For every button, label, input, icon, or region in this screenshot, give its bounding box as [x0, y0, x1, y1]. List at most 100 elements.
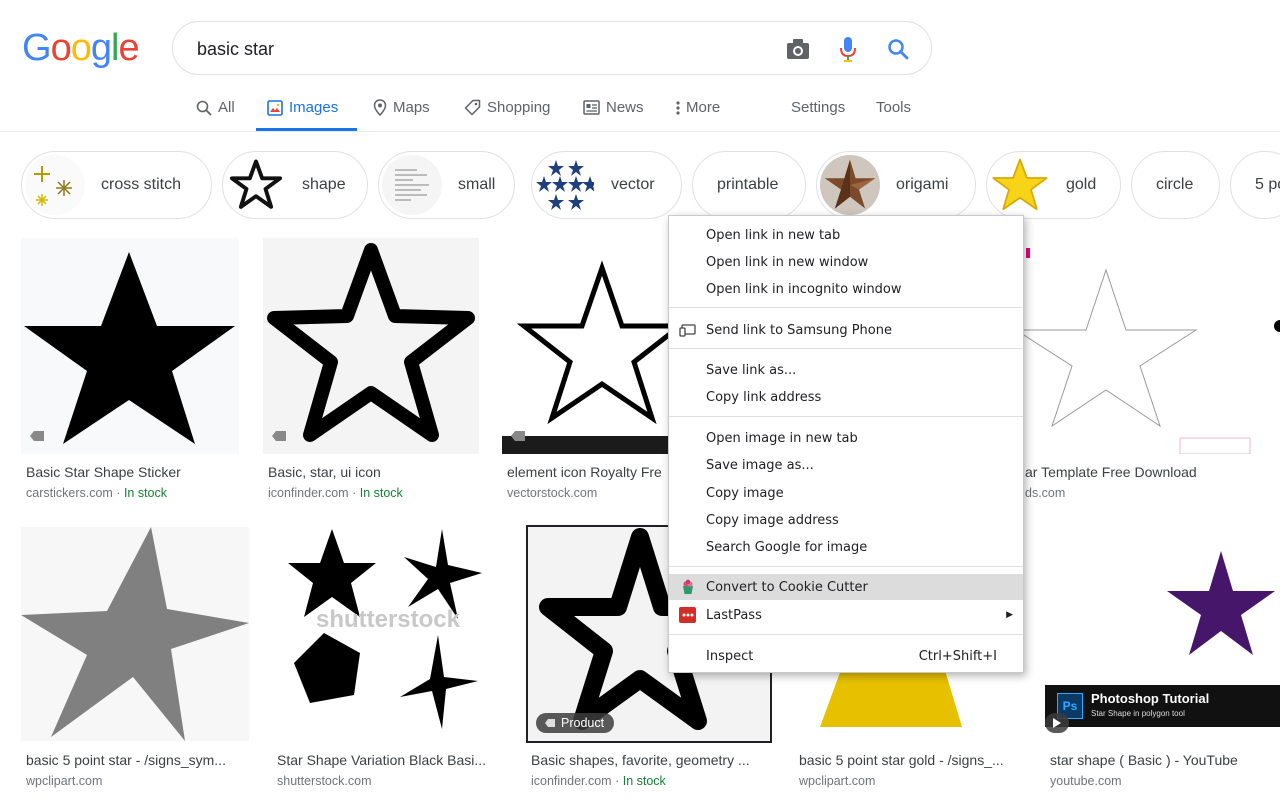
tab-label: News [606, 99, 644, 116]
result-title[interactable]: ar Template Free Download [1025, 464, 1251, 480]
tab-tools[interactable]: Tools [876, 84, 911, 131]
tab-settings[interactable]: Settings [791, 84, 845, 131]
result-title[interactable]: basic 5 point star gold - /signs_... [799, 752, 1021, 768]
result-card-partial[interactable] [1270, 238, 1280, 454]
result-card[interactable]: shutterstock Star Shape Variation Black … [272, 527, 506, 797]
context-menu: Open link in new tab Open link in new wi… [668, 215, 1024, 673]
result-title[interactable]: basic 5 point star - /signs_sym... [26, 752, 244, 768]
device-icon [679, 324, 696, 337]
chip-thumbnail [535, 155, 595, 215]
chip-shape[interactable]: shape [222, 151, 368, 219]
chip-printable[interactable]: printable [692, 151, 806, 219]
result-title[interactable]: Star Shape Variation Black Basi... [277, 752, 499, 768]
chip-cross-stitch[interactable]: cross stitch [21, 151, 212, 219]
chip-label: 5 po [1255, 176, 1280, 193]
menu-item-label: Inspect [706, 648, 754, 664]
menu-separator [669, 307, 1023, 308]
menu-item-label: Open image in new tab [706, 430, 858, 446]
menu-item-open-link-new-tab[interactable]: Open link in new tab [669, 222, 1023, 248]
result-card[interactable]: basic 5 point star - /signs_sym... wpcli… [21, 527, 251, 797]
result-image[interactable] [263, 238, 479, 454]
video-title: Photoshop Tutorial [1091, 691, 1210, 706]
search-tabs: All Images Maps Shopping News More Setti… [0, 84, 1280, 132]
menu-separator [669, 634, 1023, 635]
result-image[interactable] [21, 527, 249, 741]
result-source: carstickers.com · In stock [26, 486, 168, 500]
chip-thumbnail [382, 155, 442, 215]
chip-vector[interactable]: vector [531, 151, 682, 219]
result-image[interactable] [1020, 238, 1252, 454]
menu-item-copy-image[interactable]: Copy image [669, 480, 1023, 506]
chip-label: gold [1066, 176, 1097, 193]
chip-gold[interactable]: gold [986, 151, 1121, 219]
result-card[interactable]: Ps Photoshop Tutorial Star Shape in poly… [1045, 527, 1280, 797]
result-card[interactable]: Basic Star Shape Sticker carstickers.com… [21, 238, 241, 508]
source-domain: vectorstock.com [507, 486, 598, 500]
menu-item-copy-link-address[interactable]: Copy link address [669, 384, 1023, 410]
search-input[interactable] [197, 36, 757, 62]
menu-item-open-link-incognito[interactable]: Open link in incognito window [669, 276, 1023, 302]
tab-label: Images [289, 99, 339, 116]
more-vert-icon [676, 100, 680, 115]
source-domain: wpclipart.com [799, 774, 876, 788]
menu-item-label: Open link in incognito window [706, 281, 902, 297]
result-source: ds.com [1025, 486, 1065, 500]
menu-item-label: LastPass [706, 607, 762, 623]
menu-item-save-link-as[interactable]: Save link as... [669, 357, 1023, 383]
result-title[interactable]: element icon Royalty Fre [507, 464, 669, 480]
play-icon [1045, 713, 1069, 733]
camera-icon[interactable] [785, 36, 811, 62]
tab-shopping[interactable]: Shopping [464, 84, 550, 131]
result-image[interactable] [21, 238, 239, 454]
menu-item-open-image-new-tab[interactable]: Open image in new tab [669, 425, 1023, 451]
menu-item-save-image-as[interactable]: Save image as... [669, 452, 1023, 478]
menu-item-lastpass[interactable]: LastPass ▶ [669, 602, 1023, 628]
tag-icon [545, 719, 555, 727]
menu-item-label: Save image as... [706, 457, 814, 473]
product-badge: Product [536, 713, 615, 733]
result-card[interactable]: Basic, star, ui icon iconfinder.com · In… [263, 238, 481, 508]
tab-news[interactable]: News [583, 84, 644, 131]
menu-separator [669, 416, 1023, 417]
source-domain: carstickers.com [26, 486, 113, 500]
source-domain: iconfinder.com [531, 774, 612, 788]
menu-item-cookie-cutter[interactable]: Convert to Cookie Cutter [669, 574, 1023, 600]
tab-more[interactable]: More [676, 84, 720, 131]
result-card[interactable]: ar Template Free Download ds.com [1020, 238, 1252, 508]
result-title[interactable]: Basic Star Shape Sticker [26, 464, 236, 480]
result-title[interactable]: star shape ( Basic ) - YouTube [1050, 752, 1276, 768]
chip-small[interactable]: small [378, 151, 515, 219]
result-image[interactable] [502, 238, 668, 454]
menu-separator [669, 348, 1023, 349]
chip-origami[interactable]: origami [816, 151, 976, 219]
tab-all[interactable]: All [196, 84, 235, 131]
menu-item-shortcut: Ctrl+Shift+I [918, 648, 997, 664]
result-card[interactable]: element icon Royalty Fre vectorstock.com [502, 238, 668, 508]
chip-circle[interactable]: circle [1131, 151, 1220, 219]
submenu-arrow-icon: ▶ [1006, 610, 1013, 620]
video-banner: Ps Photoshop Tutorial Star Shape in poly… [1045, 685, 1280, 727]
cookie-cutter-icon [683, 579, 693, 594]
tab-label: Settings [791, 99, 846, 116]
result-source: wpclipart.com [26, 774, 102, 788]
result-source: iconfinder.com · In stock [531, 774, 666, 788]
result-image[interactable]: Ps Photoshop Tutorial Star Shape in poly… [1045, 527, 1280, 741]
tab-maps[interactable]: Maps [373, 84, 430, 131]
search-icon[interactable] [885, 36, 911, 62]
microphone-icon[interactable] [835, 36, 861, 62]
menu-item-inspect[interactable]: Inspect Ctrl+Shift+I [669, 643, 1023, 669]
result-image[interactable]: shutterstock [272, 527, 504, 741]
chip-label: vector [611, 176, 655, 193]
menu-item-label: Copy link address [706, 389, 822, 405]
menu-item-copy-image-address[interactable]: Copy image address [669, 507, 1023, 533]
menu-item-open-link-new-window[interactable]: Open link in new window [669, 249, 1023, 275]
chip-5-point[interactable]: 5 po [1230, 151, 1280, 219]
result-title[interactable]: Basic, star, ui icon [268, 464, 478, 480]
result-title[interactable]: Basic shapes, favorite, geometry ... [531, 752, 767, 768]
chip-label: shape [302, 176, 346, 193]
tab-images[interactable]: Images [256, 84, 357, 131]
menu-item-label: Convert to Cookie Cutter [706, 579, 868, 595]
google-logo[interactable]: Google [22, 27, 140, 70]
menu-item-search-google-for-image[interactable]: Search Google for image [669, 534, 1023, 560]
menu-item-send-to-phone[interactable]: Send link to Samsung Phone [669, 317, 1023, 343]
